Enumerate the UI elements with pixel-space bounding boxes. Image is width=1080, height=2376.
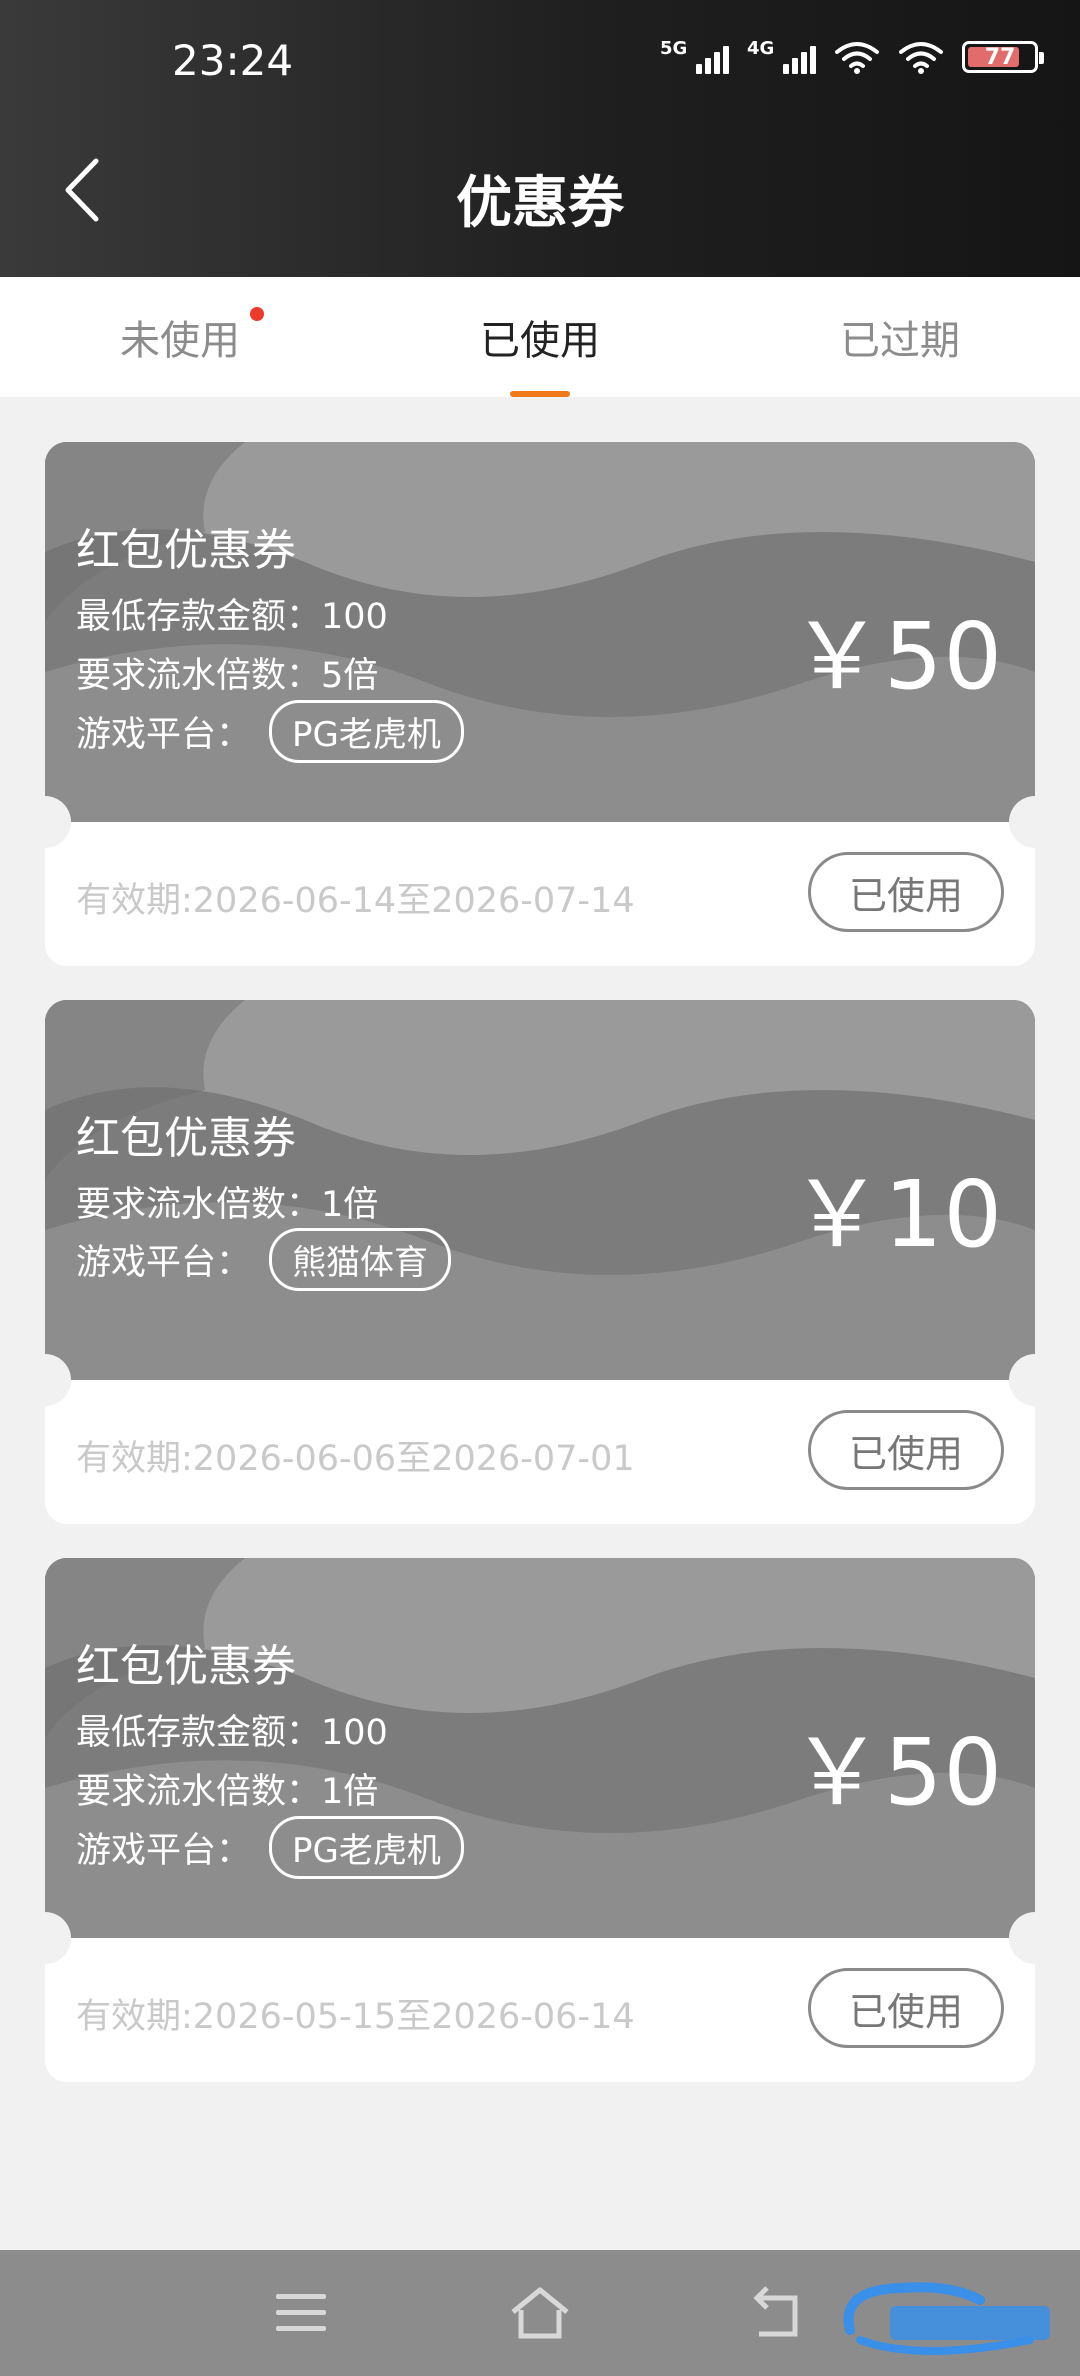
status-time: 23:24 [172,36,294,85]
signal-5g-icon: 5G [660,38,729,74]
coupon-min-deposit: 最低存款金额：100 [76,1713,388,1753]
system-nav-bar [0,2250,1080,2376]
coupon-platform-row: 游戏平台： 熊猫体育 [76,1228,452,1291]
coupon-card: 红包优惠券 最低存款金额：100 要求流水倍数：5倍 游戏平台： PG老虎机 ￥5… [45,442,1035,966]
app-header: 23:24 5G 4G 77 优惠券 [0,0,1080,277]
coupon-title: 红包优惠券 [76,1113,296,1164]
tab-bar: 未使用 已使用 已过期 [0,277,1080,397]
coupon-min-deposit: 最低存款金额：100 [76,597,388,637]
coupon-footer: 有效期:2026-06-06至2026-07-01 已使用 [45,1380,1035,1524]
tab-unused[interactable]: 未使用 [0,277,360,397]
used-status-button[interactable]: 已使用 [808,1410,1004,1490]
coupon-amount: ￥50 [790,603,1003,710]
coupon-amount: ￥50 [790,1719,1003,1826]
active-tab-indicator [510,391,570,397]
network-type-label: 5G [660,38,688,59]
home-button[interactable] [505,2280,575,2346]
back-icon [753,2286,798,2337]
status-icons: 5G 4G 77 [660,38,1044,74]
coupon-body: 红包优惠券 最低存款金额：100 要求流水倍数：5倍 游戏平台： PG老虎机 ￥5… [45,442,1035,822]
tab-used[interactable]: 已使用 [360,277,720,397]
wifi-icon [834,40,880,74]
coupon-wager: 要求流水倍数：5倍 [76,656,379,696]
platform-label: 游戏平台： [76,1831,252,1871]
coupon-platform-row: 游戏平台： PG老虎机 [76,700,464,763]
tab-expired[interactable]: 已过期 [720,277,1080,397]
coupon-footer: 有效期:2026-06-14至2026-07-14 已使用 [45,822,1035,966]
coupon-title: 红包优惠券 [76,1641,296,1692]
coupon-amount: ￥10 [790,1161,1003,1268]
used-status-button[interactable]: 已使用 [808,1968,1004,2048]
tab-label: 已过期 [840,318,960,364]
tab-label: 已使用 [480,318,600,364]
coupon-wager: 要求流水倍数：1倍 [76,1772,379,1812]
platform-tag: PG老虎机 [269,700,464,763]
coupon-platform-row: 游戏平台： PG老虎机 [76,1816,464,1879]
coupon-footer: 有效期:2026-05-15至2026-06-14 已使用 [45,1938,1035,2082]
notification-dot [250,307,264,321]
platform-tag: 熊猫体育 [269,1228,452,1291]
coupon-title: 红包优惠券 [76,525,296,576]
wifi-icon [898,40,944,74]
coupon-validity: 有效期:2026-06-14至2026-07-14 [76,881,635,921]
coupon-card: 红包优惠券 要求流水倍数：1倍 游戏平台： 熊猫体育 ￥10 有效期:2026-0… [45,1000,1035,1524]
coupon-card: 红包优惠券 最低存款金额：100 要求流水倍数：1倍 游戏平台： PG老虎机 ￥5… [45,1558,1035,2082]
battery-level: 77 [984,44,1016,70]
watermark-logo-icon [843,2282,1050,2355]
signal-4g-icon: 4G [747,38,816,74]
coupon-body: 红包优惠券 要求流水倍数：1倍 游戏平台： 熊猫体育 ￥10 [45,1000,1035,1380]
used-status-button[interactable]: 已使用 [808,852,1004,932]
coupon-validity: 有效期:2026-06-06至2026-07-01 [76,1439,635,1479]
coupon-wager: 要求流水倍数：1倍 [76,1185,379,1225]
platform-label: 游戏平台： [76,1243,252,1283]
platform-label: 游戏平台： [76,715,252,755]
network-type-label: 4G [747,38,775,59]
coupon-validity: 有效期:2026-05-15至2026-06-14 [76,1997,635,2037]
tab-label: 未使用 [120,318,240,364]
menu-button[interactable] [266,2280,336,2346]
back-nav-button[interactable] [745,2280,815,2346]
battery-icon: 77 [962,41,1044,73]
platform-tag: PG老虎机 [269,1816,464,1879]
menu-icon [276,2294,326,2331]
page-title: 优惠券 [456,171,624,236]
home-icon [511,2287,569,2339]
coupon-body: 红包优惠券 最低存款金额：100 要求流水倍数：1倍 游戏平台： PG老虎机 ￥5… [45,1558,1035,1938]
